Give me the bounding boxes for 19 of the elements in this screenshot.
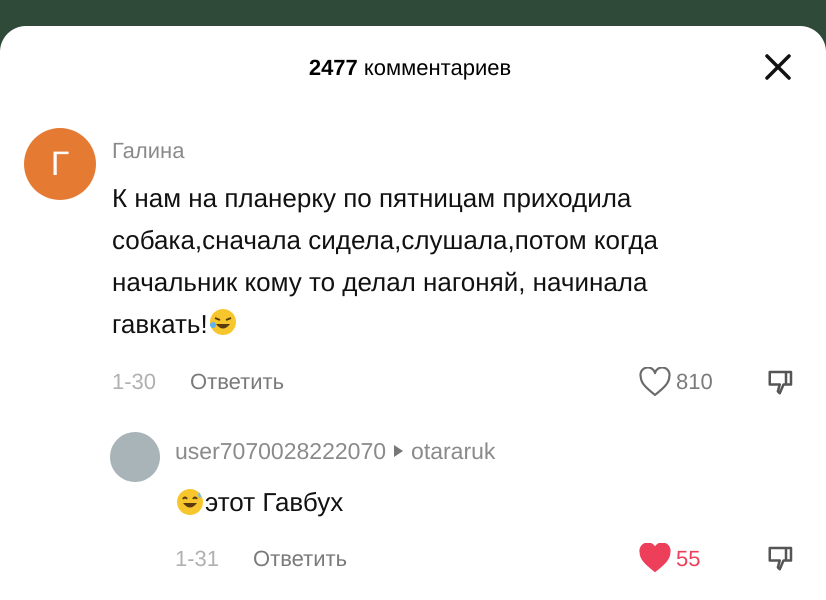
close-icon[interactable]	[764, 53, 792, 81]
comment-text: К нам на планерку по пятницам приходила собака,сначала сидела,слушала,потом когда начальник кому то делал нагоняй, начинала гавкать!	[112, 182, 659, 341]
reply-button[interactable]: Ответить	[190, 365, 284, 398]
triangle-icon	[394, 445, 404, 458]
avatar[interactable]: Г	[24, 128, 96, 200]
reply-target[interactable]: otararuk	[411, 434, 496, 468]
like-count: 810	[676, 368, 714, 396]
reply-author[interactable]: user7070028222070	[175, 434, 386, 468]
laughing-face-icon	[175, 487, 205, 517]
comment-date: 1-30	[112, 368, 158, 396]
like-count: 55	[676, 544, 702, 572]
comment-date: 1-31	[175, 544, 220, 572]
comment-author[interactable]: Галина	[112, 134, 796, 167]
comments-title: 2477 комментариев	[308, 54, 512, 82]
reply-text: этот Гавбух	[175, 482, 796, 522]
heart-icon[interactable]	[638, 543, 672, 573]
reply-button[interactable]: Ответить	[253, 542, 348, 574]
heart-icon[interactable]	[638, 366, 672, 396]
laughing-face-icon	[208, 307, 238, 337]
